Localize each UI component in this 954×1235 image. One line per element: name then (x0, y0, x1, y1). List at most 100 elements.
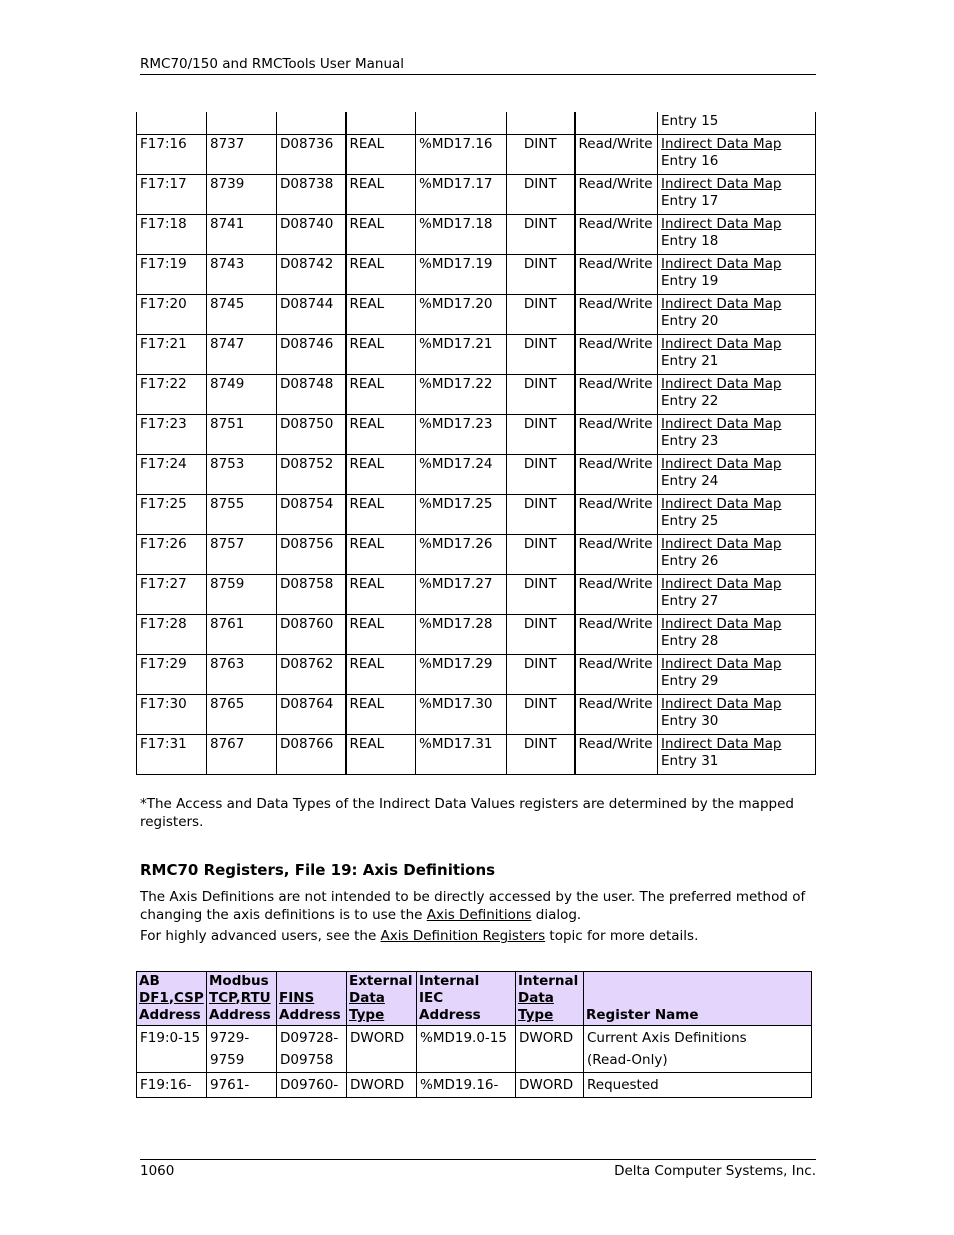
ab-address-cell: F17:18 (136, 214, 207, 255)
table-row: F17:30 8765 D08764 REAL %MD17.30 DINT Read/Wri… (136, 694, 816, 735)
axis-definition-registers-link[interactable]: Axis Definition Registers (381, 928, 546, 944)
modbus-address-cell: 8765 (206, 694, 277, 735)
indirect-data-map-link[interactable]: Indirect Data Map (661, 576, 781, 592)
internal-type-link[interactable]: Type (518, 1007, 553, 1023)
external-type-cell: REAL (344, 614, 416, 655)
indirect-data-map-link[interactable]: Indirect Data Map (661, 456, 781, 472)
internal-type-cell: DINT (506, 614, 575, 655)
iec-address-cell: %MD17.28 (415, 614, 507, 655)
modbus-address-cell: 8755 (206, 494, 277, 535)
axis-definitions-link[interactable]: Axis Definitions (427, 907, 532, 923)
internal-type-cell: DINT (506, 534, 575, 575)
register-name-cell: Requested (583, 1072, 812, 1098)
text: topic for more details. (545, 928, 699, 944)
register-name-cell: Indirect Data Map Entry 31 (657, 734, 816, 775)
table-row: F17:19 8743 D08742 REAL %MD17.19 DINT Read/Wri… (136, 254, 816, 295)
tcp-link[interactable]: TCP (209, 990, 236, 1006)
indirect-data-map-link[interactable]: Indirect Data Map (661, 736, 781, 752)
iec-address-cell: %MD19.16- (416, 1072, 516, 1098)
internal-type-cell: DINT (506, 454, 575, 495)
header-fins-address: FINS Address (276, 971, 347, 1026)
ab-address-cell: F19:16- (136, 1072, 207, 1098)
indirect-data-map-link[interactable]: Indirect Data Map (661, 376, 781, 392)
register-name-cell: Indirect Data Map Entry 19 (657, 254, 816, 295)
ab-address-cell: F17:17 (136, 174, 207, 215)
access-cell: Read/Write (573, 214, 658, 255)
register-name-cell: Indirect Data Map Entry 26 (657, 534, 816, 575)
external-type-cell: REAL (344, 214, 416, 255)
table-row: F17:29 8763 D08762 REAL %MD17.29 DINT Read/Wri… (136, 654, 816, 695)
data-type-link[interactable]: Data (349, 990, 385, 1006)
ab-address-cell: F17:30 (136, 694, 207, 735)
table-row: F17:27 8759 D08758 REAL %MD17.27 DINT Read/Wri… (136, 574, 816, 615)
internal-data-link[interactable]: Data (518, 990, 554, 1006)
df1-link[interactable]: DF1 (139, 990, 169, 1006)
text: For highly advanced users, see the (140, 928, 381, 944)
external-type-cell: DWORD (346, 1072, 417, 1098)
indirect-data-map-link[interactable]: Indirect Data Map (661, 176, 781, 192)
indirect-data-map-link[interactable]: Indirect Data Map (661, 136, 781, 152)
table-row: F17:16 8737 D08736 REAL %MD17.16 DINT Read/Wri… (136, 134, 816, 175)
indirect-data-map-link[interactable]: Indirect Data Map (661, 496, 781, 512)
modbus-address-cell: 8743 (206, 254, 277, 295)
modbus-address-cell: 9761- (206, 1072, 277, 1098)
internal-type-cell: DWORD (515, 1072, 584, 1098)
table-row: F17:20 8745 D08744 REAL %MD17.20 DINT Read/Wri… (136, 294, 816, 335)
csp-link[interactable]: CSP (174, 990, 204, 1006)
internal-type-cell: DINT (506, 334, 575, 375)
external-type-cell: REAL (344, 694, 416, 735)
fins-link[interactable]: FINS (279, 990, 314, 1006)
rtu-link[interactable]: RTU (241, 990, 271, 1006)
register-name-cell: Indirect Data Map Entry 27 (657, 574, 816, 615)
register-name-cell: Entry 15 (657, 112, 816, 135)
fins-address-cell: D08756 (276, 534, 346, 575)
access-cell: Read/Write (573, 414, 658, 455)
indirect-data-map-link[interactable]: Indirect Data Map (661, 536, 781, 552)
footnote: *The Access and Data Types of the Indire… (140, 796, 794, 830)
access-cell: Read/Write (573, 734, 658, 775)
entry-label: Entry 19 (661, 273, 719, 289)
indirect-data-map-link[interactable]: Indirect Data Map (661, 296, 781, 312)
iec-address-cell: %MD17.23 (415, 414, 507, 455)
modbus-address-cell: 8749 (206, 374, 277, 415)
type-link[interactable]: Type (349, 1007, 384, 1023)
paragraph-advanced: For highly advanced users, see the Axis … (140, 927, 810, 945)
text: dialog. (531, 907, 582, 923)
register-name-cell: Indirect Data Map Entry 20 (657, 294, 816, 335)
indirect-data-map-link[interactable]: Indirect Data Map (661, 336, 781, 352)
indirect-data-map-link[interactable]: Indirect Data Map (661, 696, 781, 712)
iec-address-cell: %MD17.25 (415, 494, 507, 535)
indirect-data-map-link[interactable]: Indirect Data Map (661, 416, 781, 432)
ab-address-cell: F17:23 (136, 414, 207, 455)
paragraph-intro: The Axis Definitions are not intended to… (140, 888, 810, 924)
access-cell: Read/Write (573, 574, 658, 615)
iec-address-cell: %MD17.21 (415, 334, 507, 375)
indirect-data-map-link[interactable]: Indirect Data Map (661, 256, 781, 272)
internal-type-cell: DINT (506, 494, 575, 535)
indirect-data-map-link[interactable]: Indirect Data Map (661, 616, 781, 632)
table-row: F19:0-15 9729- 9759 D09728- D09758 DWORD %MD… (136, 1025, 812, 1073)
entry-label: Entry 22 (661, 393, 719, 409)
modbus-address-cell: 8753 (206, 454, 277, 495)
table-row: F19:16- 9761- D09760- DWORD %MD19.16- DWORD Re… (136, 1072, 812, 1098)
entry-label: Entry 23 (661, 433, 719, 449)
axis-definitions-table: AB DF1,CSP Address Modbus TCP,RTU Address FI… (136, 971, 812, 1098)
fins-address-cell: D08762 (276, 654, 346, 695)
table-row: F17:31 8767 D08766 REAL %MD17.31 DINT Read/Wri… (136, 734, 816, 775)
page-header: RMC70/150 and RMCTools User Manual (140, 56, 816, 75)
table-row: F17:28 8761 D08760 REAL %MD17.28 DINT Read/Wri… (136, 614, 816, 655)
indirect-data-map-link[interactable]: Indirect Data Map (661, 656, 781, 672)
fins-address-cell: D08758 (276, 574, 346, 615)
ab-address-cell: F17:29 (136, 654, 207, 695)
fins-address-cell: D08752 (276, 454, 346, 495)
internal-type-cell: DINT (506, 374, 575, 415)
entry-label: Entry 28 (661, 633, 719, 649)
register-name-cell: Indirect Data Map Entry 29 (657, 654, 816, 695)
fins-address-cell: D08736 (276, 134, 346, 175)
fins-address-cell: D08746 (276, 334, 346, 375)
modbus-address-cell: 8757 (206, 534, 277, 575)
indirect-data-map-link[interactable]: Indirect Data Map (661, 216, 781, 232)
access-cell: Read/Write (573, 334, 658, 375)
entry-label: Entry 30 (661, 713, 719, 729)
external-type-cell: REAL (344, 734, 416, 775)
